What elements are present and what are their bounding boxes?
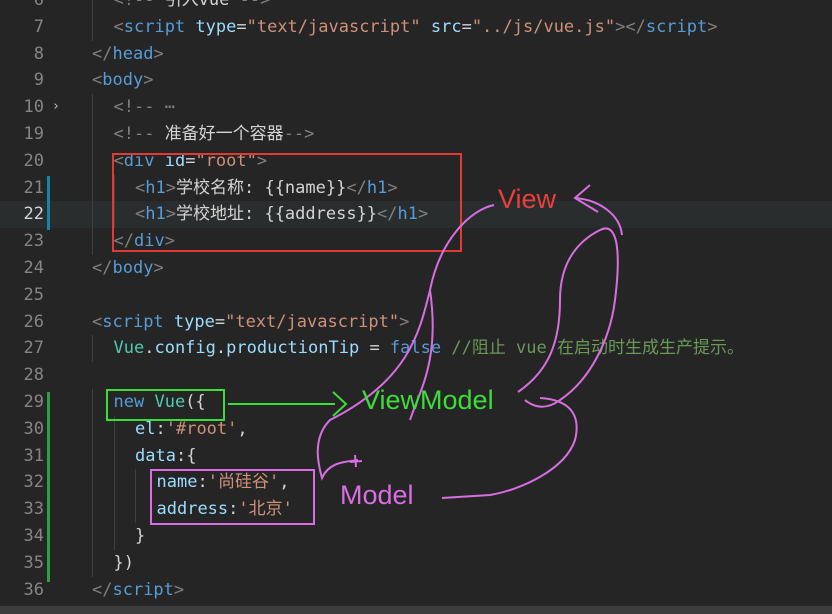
view-label: View [498, 184, 557, 214]
viewmodel-label: ViewModel [362, 385, 494, 415]
model-label: Model [340, 480, 414, 510]
horizontal-scrollbar[interactable] [0, 606, 832, 614]
code-editor[interactable]: 6 <!-- 引入vue --> 7 <script type="text/javas… [0, 0, 832, 614]
annotation-strokes [228, 184, 623, 499]
